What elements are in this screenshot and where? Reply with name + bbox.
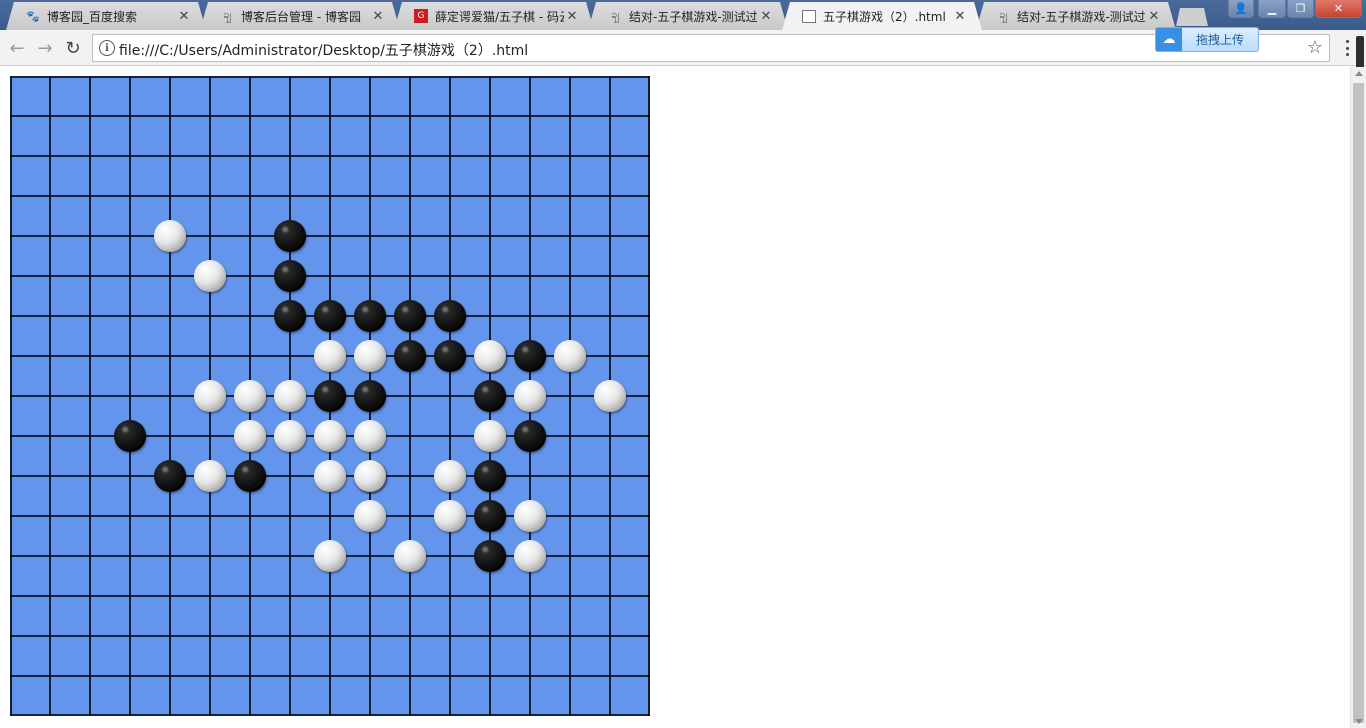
reload-icon[interactable]: ↻: [62, 37, 84, 59]
white-stone: [474, 340, 506, 372]
white-stone: [194, 260, 226, 292]
forward-arrow-icon[interactable]: →: [34, 37, 56, 59]
cnblogs-icon: ꩾ: [999, 8, 1007, 21]
black-stone: [114, 420, 146, 452]
black-stone: [154, 460, 186, 492]
black-stone: [434, 340, 466, 372]
scrollbar-thumb[interactable]: [1353, 83, 1364, 723]
board-canvas[interactable]: [10, 76, 650, 716]
close-tab-icon[interactable]: ✕: [1146, 9, 1162, 24]
paw-icon: 🐾: [26, 9, 40, 23]
close-tab-icon[interactable]: ✕: [952, 9, 968, 24]
white-stone: [194, 460, 226, 492]
address-bar[interactable]: i file:///C:/Users/Administrator/Desktop…: [92, 34, 1330, 62]
white-stone: [314, 540, 346, 572]
close-tab-icon[interactable]: ✕: [564, 9, 580, 24]
tab-baidu-search[interactable]: 🐾 博客园_百度搜索 ✕: [6, 2, 206, 30]
black-stone: [514, 420, 546, 452]
white-stone: [234, 380, 266, 412]
black-stone: [474, 380, 506, 412]
black-stone: [314, 300, 346, 332]
black-stone: [314, 380, 346, 412]
white-stone: [314, 340, 346, 372]
white-stone: [514, 540, 546, 572]
black-stone: [474, 460, 506, 492]
close-window-button[interactable]: ✕: [1315, 0, 1362, 18]
white-stone: [394, 540, 426, 572]
tab-title: 博客园_百度搜索: [47, 9, 138, 24]
tab-title: 结对-五子棋游戏-测试过程: [629, 9, 758, 24]
black-stone: [234, 460, 266, 492]
cloud-icon: ☁: [1156, 28, 1182, 51]
gomoku-board[interactable]: [10, 76, 650, 716]
url-text[interactable]: file:///C:/Users/Administrator/Desktop/五…: [119, 40, 528, 60]
close-tab-icon[interactable]: ✕: [176, 9, 192, 24]
tab-title: 结对-五子棋游戏-测试过程: [1017, 9, 1146, 24]
upload-label: 拖拽上传: [1195, 33, 1244, 47]
black-stone: [274, 300, 306, 332]
white-stone: [234, 420, 266, 452]
tab-title: 薛定谔爱猫/五子棋 - 码云: [435, 9, 564, 24]
minimize-button[interactable]: ▁: [1258, 0, 1286, 18]
tab-strip: 🐾 博客园_百度搜索 ✕ ꩾ 博客后台管理 - 博客园 ✕ G 薛定谔爱猫/五子…: [0, 0, 1366, 30]
black-stone: [474, 500, 506, 532]
black-stone: [274, 220, 306, 252]
white-stone: [314, 460, 346, 492]
black-stone: [514, 340, 546, 372]
bookmark-star-icon[interactable]: ☆: [1307, 37, 1323, 58]
menu-dots-icon[interactable]: [1342, 38, 1352, 58]
cnblogs-icon: ꩾ: [611, 8, 619, 21]
white-stone: [514, 500, 546, 532]
tab-gitee[interactable]: G 薛定谔爱猫/五子棋 - 码云 ✕: [394, 2, 594, 30]
white-stone: [554, 340, 586, 372]
white-stone: [354, 340, 386, 372]
black-stone: [434, 300, 466, 332]
maximize-button[interactable]: ❐: [1287, 0, 1314, 18]
white-stone: [474, 420, 506, 452]
black-stone: [274, 260, 306, 292]
tab-title: 博客后台管理 - 博客园: [241, 9, 361, 24]
black-stone: [394, 300, 426, 332]
scroll-up-arrow-icon[interactable]: [1355, 71, 1363, 76]
cnblogs-icon: ꩾ: [223, 8, 231, 21]
white-stone: [514, 380, 546, 412]
white-stone: [274, 420, 306, 452]
white-stone: [434, 460, 466, 492]
upload-button[interactable]: ☁ 拖拽上传: [1155, 27, 1259, 52]
white-stone: [314, 420, 346, 452]
user-icon[interactable]: 👤: [1228, 0, 1254, 18]
white-stone: [154, 220, 186, 252]
black-stone: [354, 300, 386, 332]
black-stone: [394, 340, 426, 372]
tab-test-process-2[interactable]: ꩾ 结对-五子棋游戏-测试过程 ✕: [976, 2, 1176, 30]
white-stone: [354, 460, 386, 492]
white-stone: [594, 380, 626, 412]
new-tab-button[interactable]: [1176, 8, 1208, 26]
tab-blog-admin[interactable]: ꩾ 博客后台管理 - 博客园 ✕: [200, 2, 400, 30]
black-stone: [474, 540, 506, 572]
tab-title: 五子棋游戏（2）.html: [823, 9, 946, 24]
close-tab-icon[interactable]: ✕: [758, 9, 774, 24]
white-stone: [274, 380, 306, 412]
back-arrow-icon[interactable]: ←: [6, 37, 28, 59]
close-tab-icon[interactable]: ✕: [370, 9, 386, 24]
scroll-down-arrow-icon[interactable]: [1355, 719, 1363, 724]
white-stone: [194, 380, 226, 412]
tab-test-process-1[interactable]: ꩾ 结对-五子棋游戏-测试过程 ✕: [588, 2, 788, 30]
tab-gomoku-active[interactable]: 五子棋游戏（2）.html ✕: [782, 2, 982, 30]
white-stone: [354, 420, 386, 452]
page-icon: [802, 10, 816, 23]
page-content: [0, 67, 1350, 728]
black-stone: [354, 380, 386, 412]
gitee-icon: G: [414, 9, 428, 23]
vertical-scrollbar[interactable]: [1350, 67, 1366, 728]
white-stone: [434, 500, 466, 532]
white-stone: [354, 500, 386, 532]
info-icon[interactable]: i: [99, 40, 115, 56]
